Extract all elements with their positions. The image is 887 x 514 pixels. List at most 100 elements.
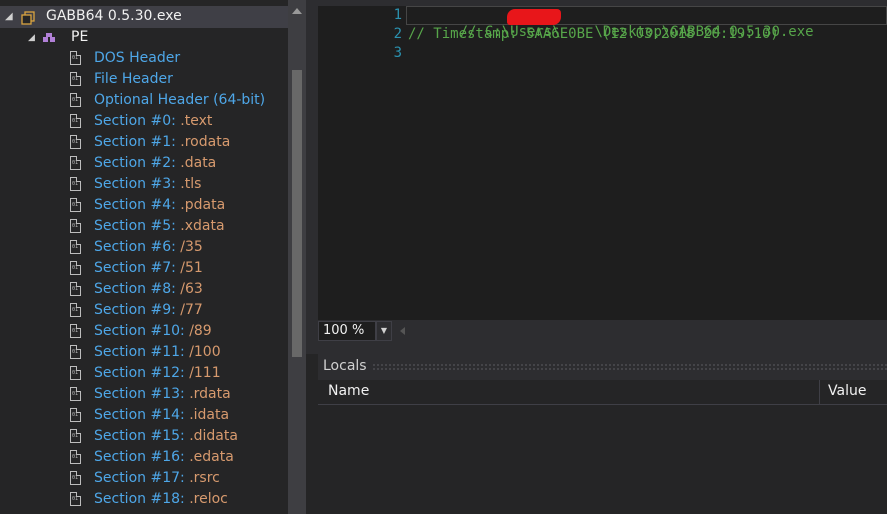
tree-item-section-name: .idata [189,407,230,423]
scroll-up-icon[interactable] [292,8,302,14]
code-line-text: // C:\Users\ \Desktop\GABB64 0.5.30.exe [459,24,814,40]
line-number: 2 [393,26,402,42]
scrollbar-thumb[interactable] [292,70,302,357]
tree-item-prefix: Section #4: [94,197,181,213]
tree-item-section-name: .didata [189,428,238,444]
tree-item[interactable]: Section #15: .didata [0,426,288,447]
splitter-horizontal[interactable] [306,342,887,354]
chevron-down-icon[interactable]: ▼ [376,321,392,341]
tree-item[interactable]: Section #3: .tls [0,174,288,195]
tree-item-section-name: .edata [189,449,234,465]
tree-item-label: Section #5: .xdata [94,216,225,237]
tree-item-prefix: File Header [94,71,173,87]
tree-item[interactable]: DOS Header [0,48,288,69]
tree-item[interactable]: Section #9: /77 [0,300,288,321]
tree-item-prefix: Section #6: [94,239,181,255]
collapse-arrow-icon[interactable]: ◢ [5,11,13,22]
binary-file-icon [70,282,81,296]
tree-item[interactable]: Section #10: /89 [0,321,288,342]
tree-item[interactable]: Section #12: /111 [0,363,288,384]
tree-node-pe-label: PE [71,29,89,45]
tree-root-row[interactable]: ◢ GABB64 0.5.30.exe [0,6,288,28]
tree-item-section-name: .rodata [180,134,231,150]
line-number: 3 [393,45,402,61]
tree-item[interactable]: Section #17: .rsrc [0,468,288,489]
line-number: 1 [393,7,402,23]
tree-item-prefix: Section #17: [94,470,190,486]
binary-file-icon [70,324,81,338]
tree-item[interactable]: Section #13: .rdata [0,384,288,405]
tree-item-label: Section #14: .idata [94,405,229,426]
column-header-name[interactable]: Name [328,383,369,399]
tree-item[interactable]: Section #4: .pdata [0,195,288,216]
tree-item-prefix: Optional Header (64-bit) [94,92,266,108]
tree-item-section-name: .reloc [189,491,228,507]
tree-item[interactable]: Section #8: /63 [0,279,288,300]
binary-file-icon [70,408,81,422]
binary-file-icon [70,135,81,149]
editor-gutter [318,6,338,320]
binary-file-icon [70,261,81,275]
tree-item-label: Section #13: .rdata [94,384,231,405]
tree-item-label: Section #0: .text [94,111,212,132]
tree-item[interactable]: Section #2: .data [0,153,288,174]
tree-item-label: Optional Header (64-bit) [94,90,265,111]
tree-item[interactable]: Section #14: .idata [0,405,288,426]
tree-item[interactable]: Section #18: .reloc [0,489,288,510]
editor-zoom-bar: 100 % ▼ [318,320,887,342]
scroll-left-icon[interactable] [400,327,405,335]
code-area[interactable]: // C:\Users\ \Desktop\GABB64 0.5.30.exe … [406,6,887,63]
tree-item[interactable]: Section #0: .text [0,111,288,132]
line-numbers: 1 2 3 [340,6,402,63]
tree-item[interactable]: Section #5: .xdata [0,216,288,237]
tree-item-label: Section #8: /63 [94,279,203,300]
tree-scrollbar[interactable] [288,0,306,514]
tree-root-label: GABB64 0.5.30.exe [46,8,182,24]
tree-item-section-name: /51 [180,260,203,276]
tree-item-prefix: Section #10: [94,323,190,339]
tree-item-section-name: /35 [180,239,203,255]
tree-item[interactable]: Section #1: .rodata [0,132,288,153]
code-line-current[interactable]: // C:\Users\ \Desktop\GABB64 0.5.30.exe [406,6,887,40]
tree-item-section-name: /89 [189,323,212,339]
locals-title-bar[interactable]: Locals [318,354,887,380]
tree-item[interactable]: Section #6: /35 [0,237,288,258]
binary-file-icon [70,93,81,107]
tree-item-prefix: Section #8: [94,281,181,297]
tree-item-prefix: Section #2: [94,155,181,171]
tree-item-label: Section #2: .data [94,153,216,174]
tree-item-section-name: .text [180,113,213,129]
tree-item-label: Section #7: /51 [94,258,203,279]
binary-file-icon [70,492,81,506]
assembly-icon [21,10,35,25]
tree-item-prefix: Section #5: [94,218,181,234]
tree-item[interactable]: Optional Header (64-bit) [0,90,288,111]
collapse-arrow-icon[interactable]: ◢ [28,28,38,49]
locals-title: Locals [323,358,367,374]
binary-file-icon [70,303,81,317]
code-line[interactable] [406,44,887,63]
tree-item-label: Section #17: .rsrc [94,468,220,489]
zoom-level-combo[interactable]: 100 % [318,321,376,341]
column-divider[interactable] [819,380,820,405]
tree-item[interactable]: Section #11: /100 [0,342,288,363]
binary-file-icon [70,366,81,380]
tree-item-section-name: /63 [180,281,203,297]
tree-item-label: Section #9: /77 [94,300,203,321]
tree-item[interactable]: Section #16: .edata [0,447,288,468]
tree-item[interactable]: File Header [0,69,288,90]
drag-grip[interactable] [372,363,887,371]
tree-item[interactable]: Section #7: /51 [0,258,288,279]
tree-item-section-name: /111 [189,365,221,381]
code-editor[interactable]: 1 2 3 // C:\Users\ \Desktop\GABB64 0.5.3… [318,0,887,320]
panel-splitter[interactable] [306,0,318,342]
tree-item-prefix: Section #13: [94,386,190,402]
binary-file-icon [70,471,81,485]
tree-item-section-name: .tls [180,176,202,192]
tree-node-pe[interactable]: ◢ PE [0,27,288,48]
tree-item-section-name: .xdata [180,218,225,234]
locals-panel: Locals Name Value [318,354,887,514]
redaction-mark [507,9,561,25]
column-header-value[interactable]: Value [828,383,866,399]
tree-item-label: Section #6: /35 [94,237,203,258]
